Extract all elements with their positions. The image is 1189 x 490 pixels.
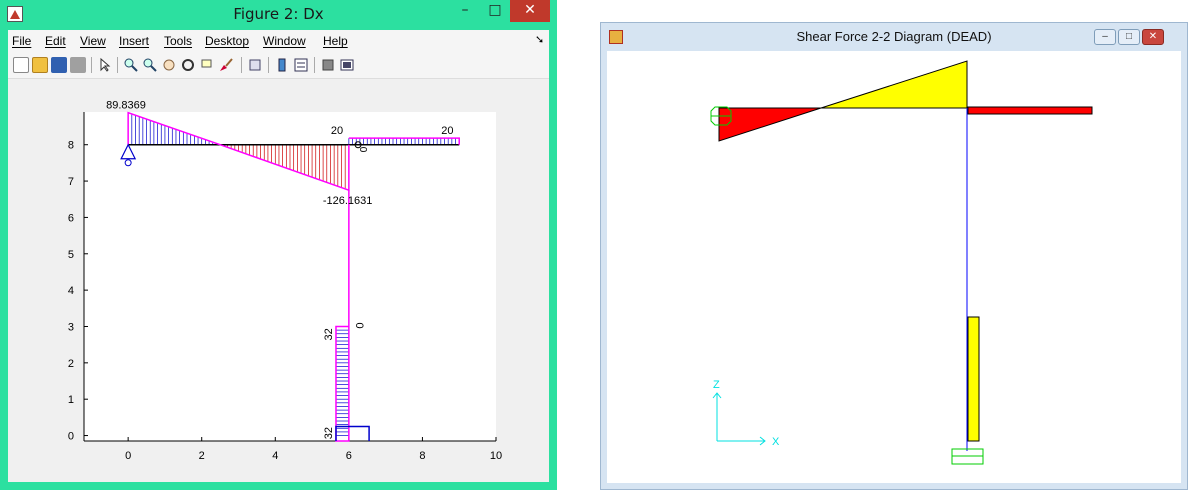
link-icon[interactable] [247,57,263,73]
x-tick-label: 0 [125,450,131,462]
y-tick-label: 6 [68,212,74,224]
column-bottom-label: 32 [323,427,335,439]
pan-icon[interactable] [161,57,177,73]
menu-view[interactable]: View [80,34,106,48]
dock-arrow-icon[interactable]: ➘ [535,33,544,46]
y-tick-label: 7 [68,176,74,188]
sap-shear-diagram[interactable]: Z X [607,51,1181,483]
axis-triad-icon [712,392,766,446]
min-shear-label: -126.1631 [323,195,373,207]
maximize-button[interactable]: □ [480,0,510,22]
column-top-label: 32 [323,328,335,340]
sap-maximize-button[interactable]: □ [1118,29,1140,45]
brush-icon[interactable] [218,57,234,73]
zoom-out-icon[interactable] [142,57,158,73]
y-tick-label: 8 [68,140,74,152]
figure-toolbar [8,52,549,79]
menu-edit[interactable]: Edit [45,34,66,48]
x-tick-label: 10 [490,450,502,462]
cantilever-zero-label: 0 [357,147,368,153]
y-tick-label: 5 [68,249,74,261]
y-tick-label: 1 [68,394,74,406]
menu-tools[interactable]: Tools [164,34,192,48]
positive-shear-region [820,60,968,109]
zoom-in-icon[interactable] [123,57,139,73]
sap-title-bar[interactable]: Shear Force 2-2 Diagram (DEAD) – □ ✕ [601,23,1187,51]
z-axis-label: Z [713,379,720,391]
minimize-button[interactable]: – [450,0,480,22]
figure-window: Figure 2: Dx – □ ✕ File Edit View Insert… [0,0,557,490]
x-tick-label: 6 [346,450,352,462]
sap-window: Shear Force 2-2 Diagram (DEAD) – □ ✕ Z X [600,22,1188,490]
toolbar-divider [268,57,269,73]
x-tick-label: 2 [199,450,205,462]
menu-help[interactable]: Help [323,34,348,48]
x-axis-label: X [772,436,780,448]
sap-close-button[interactable]: ✕ [1142,29,1164,45]
sap-canvas[interactable]: Z X [607,51,1181,483]
hide-plot-tools-icon[interactable] [320,57,336,73]
cantilever-shear-region [967,106,1093,115]
legend-icon[interactable] [293,57,309,73]
close-button[interactable]: ✕ [510,0,550,22]
sap-minimize-button[interactable]: – [1094,29,1116,45]
menu-insert[interactable]: Insert [119,34,149,48]
x-tick-label: 8 [419,450,425,462]
data-cursor-icon[interactable] [199,57,215,73]
y-tick-label: 2 [68,358,74,370]
pointer-icon[interactable] [97,57,113,73]
toolbar-divider [314,57,315,73]
menu-desktop[interactable]: Desktop [205,34,249,48]
column-zero-label: 0 [353,322,365,328]
open-file-icon[interactable] [32,57,48,73]
print-icon[interactable] [70,57,86,73]
y-tick-label: 3 [68,321,74,333]
toolbar-divider [241,57,242,73]
cantilever-end-label: 20 [441,125,453,137]
max-shear-label: 89.8369 [106,100,146,112]
x-tick-label: 4 [272,450,278,462]
new-figure-icon[interactable] [13,57,29,73]
cantilever-start-label: 20 [331,125,343,137]
y-tick-label: 0 [68,431,74,443]
rotate-icon[interactable] [180,57,196,73]
column-shear-region [967,316,980,442]
figure-menu-bar: File Edit View Insert Tools Desktop Wind… [8,30,549,52]
shear-diagram-axes[interactable]: 0 2 4 6 8 10 0 1 2 3 4 5 6 7 8 89.8369 -126.1631 20 20… [8,79,549,482]
menu-window[interactable]: Window [263,34,306,48]
toolbar-divider [117,57,118,73]
menu-file[interactable]: File [12,34,31,48]
figure-title-bar[interactable]: Figure 2: Dx – □ ✕ [0,0,557,30]
show-plot-tools-icon[interactable] [339,57,355,73]
y-tick-label: 4 [68,285,74,297]
figure-canvas[interactable]: 0 2 4 6 8 10 0 1 2 3 4 5 6 7 8 89.8369 -126.1631 20 20… [8,79,549,482]
toolbar-divider [91,57,92,73]
negative-shear-region [718,107,822,142]
save-icon[interactable] [51,57,67,73]
colorbar-icon[interactable] [274,57,290,73]
